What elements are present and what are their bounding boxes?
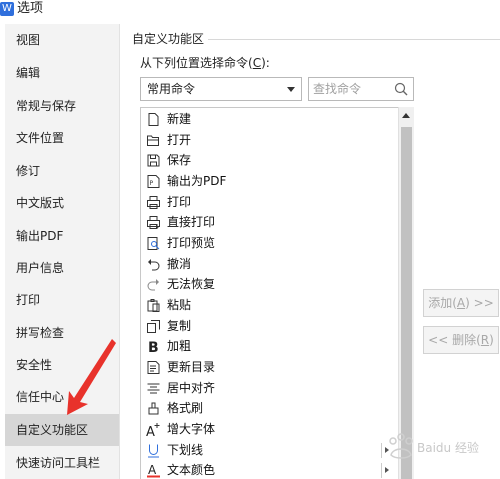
sidebar-item-file-locations[interactable]: 文件位置 <box>5 122 119 154</box>
command-item-update-toc[interactable]: 更新目录 <box>141 357 381 378</box>
submenu-arrow-icon[interactable] <box>385 447 389 453</box>
underline-icon <box>148 444 159 458</box>
new-document-icon <box>148 113 159 126</box>
sidebar-item-spell-check[interactable]: 拼写检查 <box>5 317 119 349</box>
command-item-print-preview[interactable]: 打印预览 <box>141 233 381 254</box>
command-source-label: 从下列位置选择命令(C): <box>140 56 270 70</box>
increase-font-icon: A <box>146 423 160 437</box>
sidebar-item-edit[interactable]: 编辑 <box>5 57 119 89</box>
align-center-icon <box>147 383 160 394</box>
command-source-select[interactable]: 常用命令 <box>140 77 302 101</box>
update-toc-icon <box>147 361 160 374</box>
command-item-direct-print[interactable]: 直接打印 <box>141 212 381 233</box>
options-sidebar: 视图 编辑 常规与保存 文件位置 修订 中文版式 输出PDF 用户信息 打印 拼… <box>5 24 120 479</box>
group-title: 自定义功能区 <box>132 31 209 47</box>
undo-icon <box>148 259 160 271</box>
sidebar-item-chinese-layout[interactable]: 中文版式 <box>5 187 119 219</box>
command-item-new[interactable]: 新建 <box>141 109 381 130</box>
svg-text:P: P <box>150 180 154 187</box>
sidebar-item-security[interactable]: 安全性 <box>5 349 119 381</box>
svg-text:A: A <box>146 425 155 437</box>
window-title: 选项 <box>17 1 44 16</box>
open-folder-icon <box>147 135 159 146</box>
command-item-open[interactable]: 打开 <box>141 130 381 151</box>
direct-print-icon <box>147 216 160 229</box>
scroll-up-icon[interactable] <box>402 113 410 118</box>
sidebar-item-trust-center[interactable]: 信任中心 <box>5 381 119 413</box>
bold-icon: B <box>148 340 159 354</box>
command-item-copy[interactable]: 复制 <box>141 316 381 337</box>
format-painter-icon <box>148 402 159 415</box>
command-item-print[interactable]: 打印 <box>141 192 381 213</box>
command-search-box[interactable] <box>308 77 414 101</box>
command-item-export-pdf[interactable]: P 输出为PDF <box>141 171 381 192</box>
watermark-text: Baidu 经验 <box>417 441 479 455</box>
svg-text:B: B <box>148 340 159 354</box>
sidebar-item-general-save[interactable]: 常规与保存 <box>5 90 119 122</box>
command-search-input[interactable] <box>313 80 389 98</box>
command-item-paste[interactable]: 粘贴 <box>141 295 381 316</box>
command-item-redo[interactable]: 无法恢复 <box>141 274 381 295</box>
paste-icon <box>147 299 160 312</box>
sidebar-item-revisions[interactable]: 修订 <box>5 155 119 187</box>
add-button[interactable]: 添加(A) >> <box>423 289 499 317</box>
command-item-increase-font[interactable]: A 增大字体 <box>141 419 381 440</box>
command-item-format-painter[interactable]: 格式刷 <box>141 398 381 419</box>
sidebar-item-export-pdf[interactable]: 输出PDF <box>5 220 119 252</box>
save-icon <box>147 154 160 167</box>
command-item-bold[interactable]: B 加粗 <box>141 336 381 357</box>
print-preview-icon <box>147 237 160 250</box>
copy-icon <box>147 320 160 333</box>
sidebar-item-view[interactable]: 视图 <box>5 24 119 56</box>
text-color-icon: A <box>147 463 160 478</box>
command-list-scrollbar[interactable] <box>398 107 414 479</box>
svg-text:A: A <box>148 463 157 477</box>
sidebar-item-print[interactable]: 打印 <box>5 284 119 316</box>
redo-icon <box>147 279 159 291</box>
command-item-align-center[interactable]: 居中对齐 <box>141 378 381 399</box>
command-item-undo[interactable]: 撤消 <box>141 254 381 275</box>
group-divider <box>206 39 500 40</box>
command-list[interactable]: 新建 打开 保存 P 输出为PDF 打印 直接打印 打印预览 撤消 无法恢复 粘… <box>140 107 414 479</box>
search-icon <box>394 82 408 96</box>
sidebar-item-quick-access-toolbar[interactable]: 快速访问工具栏 <box>5 447 119 479</box>
command-item-text-color[interactable]: A 文本颜色 <box>141 460 389 479</box>
scrollbar-thumb[interactable] <box>401 127 412 479</box>
submenu-divider <box>381 463 382 478</box>
command-item-save[interactable]: 保存 <box>141 150 381 171</box>
title-bar: W 选项 <box>0 0 500 24</box>
chevron-down-icon <box>287 87 295 92</box>
submenu-arrow-icon[interactable] <box>385 467 389 473</box>
submenu-divider <box>381 443 382 458</box>
command-source-value: 常用命令 <box>147 82 196 96</box>
command-item-underline[interactable]: 下划线 <box>141 440 389 461</box>
remove-button[interactable]: << 删除(R) <box>423 326 499 354</box>
sidebar-item-customize-ribbon[interactable]: 自定义功能区 <box>5 414 119 446</box>
app-options-icon: W <box>0 2 14 16</box>
export-pdf-icon: P <box>147 175 160 188</box>
sidebar-item-user-info[interactable]: 用户信息 <box>5 252 119 284</box>
printer-icon <box>147 196 160 209</box>
